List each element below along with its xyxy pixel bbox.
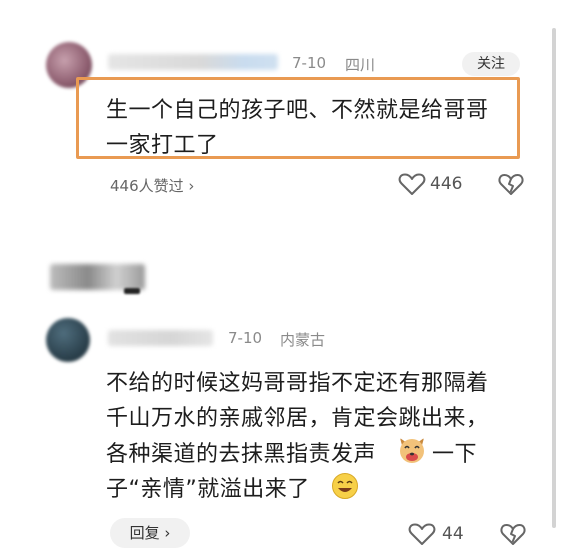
dislike-icon[interactable]	[500, 522, 526, 546]
likes-link[interactable]: 446人赞过 ›	[110, 175, 194, 196]
blurred-text	[50, 264, 145, 290]
comment-text-line: 各种渠道的去抹黑指责发声	[106, 442, 377, 467]
reply-button[interactable]: 回复 ›	[110, 518, 190, 548]
follow-button[interactable]: 关注	[462, 52, 520, 76]
comment-location: 内蒙古	[280, 331, 326, 349]
comment-text-line: 一家打工了	[106, 133, 219, 158]
heart-icon[interactable]	[398, 172, 426, 196]
username[interactable]	[108, 330, 213, 346]
comment-text-line: 千山万水的亲戚邻居，肯定会跳出来，	[106, 406, 489, 431]
dislike-icon[interactable]	[498, 172, 524, 196]
comment-text-line: 不给的时候这妈哥哥指不定还有那隔着	[106, 371, 489, 396]
scrollbar[interactable]	[552, 28, 556, 528]
avatar[interactable]	[46, 318, 90, 362]
dog-laugh-emoji	[400, 438, 424, 463]
like-count: 446	[430, 174, 463, 194]
comment-date: 7-10	[228, 329, 263, 347]
like-count: 44	[442, 524, 464, 544]
comment-text-line: 子“亲情”就溢出来了	[106, 477, 310, 502]
comment-location: 四川	[345, 56, 376, 74]
comment-text-line: 一下	[432, 442, 478, 467]
comment-text-line: 生一个自己的孩子吧、不然就是给哥哥	[106, 98, 489, 123]
comment-date: 7-10	[292, 54, 327, 72]
laugh-emoji	[332, 473, 358, 499]
blurred-mark	[124, 288, 140, 294]
username[interactable]	[108, 54, 278, 70]
heart-icon[interactable]	[408, 522, 436, 546]
